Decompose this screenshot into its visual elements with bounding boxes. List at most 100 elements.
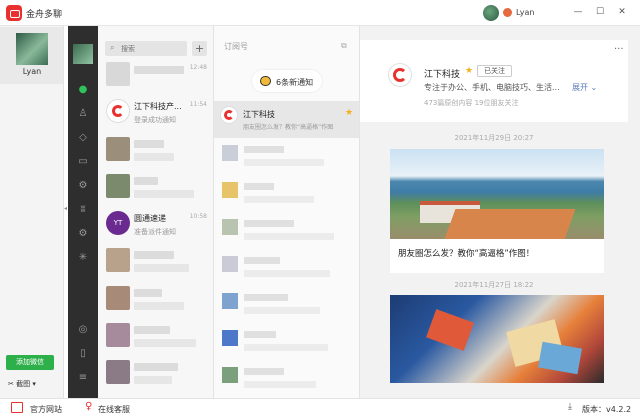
- jiangxia-logo-icon: [220, 106, 238, 124]
- chat-row[interactable]: [98, 133, 213, 171]
- status-heart-icon[interactable]: [503, 8, 512, 17]
- settings-icon[interactable]: ⚙: [74, 179, 92, 193]
- blurred-name: [134, 66, 184, 74]
- monitor-icon[interactable]: [11, 402, 23, 413]
- blurred-name: [244, 183, 274, 190]
- official-site-link[interactable]: 官方网站: [30, 404, 62, 415]
- blurred-name: [134, 177, 158, 185]
- chat-row[interactable]: [98, 319, 213, 357]
- download-icon[interactable]: ⤓: [568, 402, 572, 412]
- expand-link[interactable]: 展开 ⌄: [572, 82, 597, 93]
- expand-label: 展开: [572, 83, 588, 92]
- subscription-thumb: [222, 256, 238, 272]
- blurred-name: [244, 368, 284, 375]
- article-title[interactable]: 朋友圈怎么发？教你“高逼格”作图！: [398, 247, 534, 259]
- account-avatar[interactable]: [16, 33, 48, 65]
- chat-row[interactable]: 12:48: [98, 58, 213, 96]
- menu-icon[interactable]: ≡: [74, 371, 92, 385]
- profile-stats: 473篇原创内容 19位朋友关注: [424, 99, 519, 107]
- chat-row[interactable]: 江下科技产... 登录成功通知 11:54: [98, 95, 213, 133]
- chat-row[interactable]: [98, 170, 213, 208]
- subscription-item[interactable]: [214, 176, 359, 213]
- compass-icon[interactable]: ◎: [74, 323, 92, 337]
- close-button[interactable]: ✕: [614, 4, 630, 20]
- article-cover-image[interactable]: [390, 149, 604, 239]
- blurred-name: [244, 146, 284, 153]
- subscription-item[interactable]: [214, 324, 359, 361]
- chat-avatar: [106, 360, 130, 384]
- add-wechat-button[interactable]: 添加微信: [6, 355, 54, 370]
- maximize-button[interactable]: ☐: [592, 4, 608, 20]
- sparkle-icon[interactable]: ✳: [74, 251, 92, 265]
- new-notice-label: 6条新通知: [276, 78, 314, 87]
- screenshot-label: 截图: [16, 380, 31, 388]
- blurred-preview: [134, 339, 196, 347]
- subscription-item[interactable]: [214, 287, 359, 324]
- followed-button[interactable]: 已关注: [477, 65, 512, 77]
- more-icon[interactable]: ···: [614, 44, 624, 55]
- blurred-name: [134, 363, 178, 371]
- blurred-name: [134, 289, 162, 297]
- app-title: 金舟多聊: [26, 10, 63, 20]
- contacts-icon[interactable]: ♙: [74, 107, 92, 121]
- subscription-item[interactable]: [214, 361, 359, 398]
- scissors-icon: ✂: [8, 380, 17, 388]
- chat-avatar: [106, 62, 130, 86]
- chat-row[interactable]: YT 圆通速递 准备派件通知 10:58: [98, 207, 213, 245]
- bee-icon: [260, 76, 271, 86]
- blurred-preview: [134, 302, 184, 310]
- chat-preview: 登录成功通知: [134, 116, 176, 124]
- subscription-item[interactable]: [214, 213, 359, 250]
- star-icon: ★: [465, 66, 474, 76]
- version-label: 版本：v4.2.2: [582, 405, 632, 414]
- chat-icon[interactable]: ●: [74, 83, 92, 97]
- profile-name: 江下科技: [424, 70, 461, 80]
- app-logo-icon: [6, 5, 22, 21]
- folder-icon[interactable]: ▭: [74, 155, 92, 169]
- phone-icon[interactable]: ▯: [74, 347, 92, 361]
- subscription-thumb: [222, 182, 238, 198]
- chat-preview: 准备派件通知: [134, 228, 176, 236]
- blurred-name: [134, 140, 164, 148]
- blurred-preview: [244, 159, 324, 166]
- blurred-name: [244, 257, 280, 264]
- article-cover-image[interactable]: [390, 295, 604, 383]
- chat-row[interactable]: [98, 244, 213, 282]
- jiangxia-logo-icon: [388, 63, 412, 87]
- user-avatar[interactable]: [483, 5, 499, 21]
- chat-row[interactable]: [98, 356, 213, 394]
- subscription-thumb: [222, 367, 238, 383]
- support-person-icon[interactable]: ♀: [85, 401, 92, 412]
- chat-name: 圆通速递: [134, 214, 166, 223]
- subscription-preview: 朋友圈怎么发？教你“高逼格”作图: [243, 124, 334, 131]
- chevron-down-icon: ⌄: [588, 83, 598, 92]
- chat-avatar: [106, 248, 130, 272]
- yto-logo-icon: YT: [106, 211, 130, 235]
- search-input[interactable]: [121, 42, 185, 55]
- title-bar: [0, 0, 640, 26]
- nav-avatar[interactable]: [73, 44, 93, 64]
- chat-row[interactable]: [98, 282, 213, 320]
- gear-icon[interactable]: ⚙: [74, 227, 92, 241]
- popout-icon[interactable]: ⧉: [341, 41, 347, 51]
- add-chat-button[interactable]: +: [192, 41, 207, 56]
- box-icon[interactable]: ◇: [74, 131, 92, 145]
- blurred-preview: [244, 270, 330, 277]
- chat-avatar: [106, 286, 130, 310]
- blurred-name: [134, 251, 174, 259]
- butterfly-icon[interactable]: ʬ: [74, 203, 92, 217]
- subscription-thumb: [222, 145, 238, 161]
- subscription-thumb: [222, 293, 238, 309]
- subscription-item[interactable]: [214, 139, 359, 176]
- jiangxia-logo-icon: [106, 99, 130, 123]
- subscription-item[interactable]: [214, 250, 359, 287]
- blurred-preview: [134, 153, 174, 161]
- search-icon: ⌕: [110, 43, 115, 52]
- user-name[interactable]: Lyan: [516, 8, 534, 17]
- minimize-button[interactable]: —: [570, 4, 586, 20]
- subscription-header: 订阅号: [224, 42, 248, 51]
- blurred-name: [134, 326, 170, 334]
- online-service-link[interactable]: 在线客服: [98, 404, 130, 415]
- collapse-handle-icon[interactable]: ◂: [64, 205, 67, 212]
- screenshot-button[interactable]: ✂ 截图 ▾: [8, 379, 36, 389]
